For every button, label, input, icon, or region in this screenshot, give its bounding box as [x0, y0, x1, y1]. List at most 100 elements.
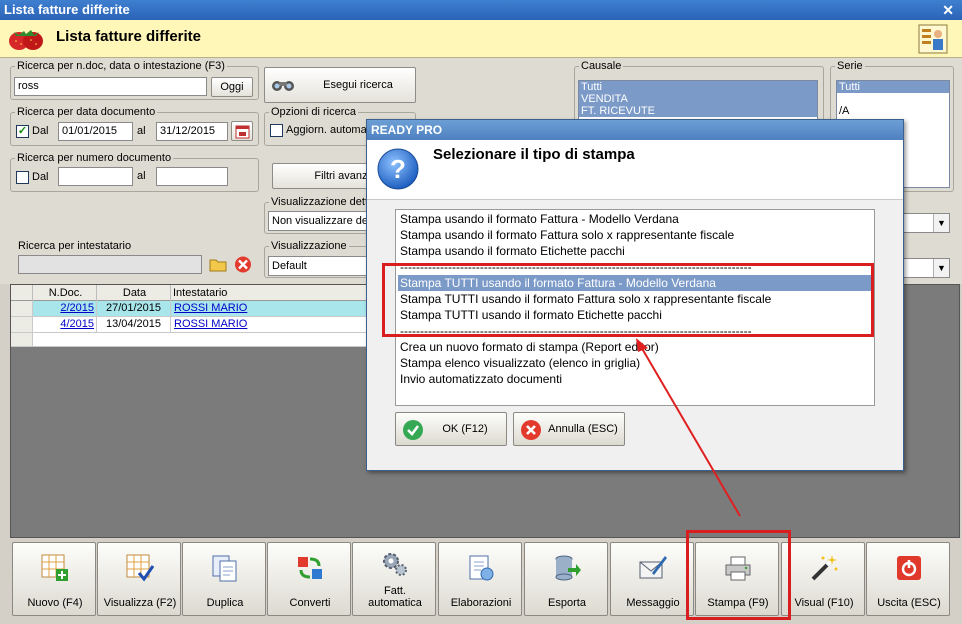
- convert-button-label: Converti: [289, 597, 331, 609]
- view-button[interactable]: Visualizza (F2): [97, 542, 181, 616]
- grid-header-num[interactable]: N.Doc.: [33, 285, 97, 301]
- processing-button[interactable]: Elaborazioni: [438, 542, 522, 616]
- print-option[interactable]: Stampa usando il formato Etichette pacch…: [398, 243, 872, 259]
- page-title: Lista fatture differite: [56, 28, 202, 45]
- new-button[interactable]: Nuovo (F4): [12, 542, 96, 616]
- grid-header-date[interactable]: Data: [97, 285, 171, 301]
- number-from-input[interactable]: [58, 167, 133, 186]
- row-date: 13/04/2015: [97, 317, 171, 332]
- cancel-button-label: Annulla (ESC): [548, 423, 618, 435]
- chevron-down-icon: ▼: [933, 214, 949, 232]
- auto-update-label: Aggiorn. automa: [286, 124, 367, 136]
- row-num[interactable]: 2/2015: [33, 301, 97, 316]
- number-from-checkbox[interactable]: [16, 171, 29, 184]
- visual-button[interactable]: Visual (F10): [781, 542, 865, 616]
- causale-item[interactable]: VENDITA: [579, 93, 817, 105]
- row-num[interactable]: 4/2015: [33, 317, 97, 332]
- duplicate-button[interactable]: Duplica: [182, 542, 266, 616]
- print-option[interactable]: Stampa elenco visualizzato (elenco in gr…: [398, 355, 872, 371]
- users-icon[interactable]: [918, 24, 948, 54]
- exit-button[interactable]: Uscita (ESC): [866, 542, 950, 616]
- binoculars-icon: [272, 81, 294, 91]
- view-button-label: Visualizza (F2): [103, 597, 177, 609]
- svg-text:?: ?: [390, 154, 406, 184]
- calendar-icon: [235, 125, 250, 139]
- magic-wand-icon: [811, 555, 838, 581]
- date-to-input[interactable]: 31/12/2015: [156, 122, 228, 141]
- processing-button-label: Elaborazioni: [450, 597, 512, 609]
- number-from-label: Dal: [32, 171, 49, 183]
- new-button-label: Nuovo (F4): [27, 597, 83, 609]
- visual-button-label: Visual (F10): [794, 597, 854, 609]
- auto-invoice-label-line1: Fatt.: [383, 585, 406, 597]
- right-select-1[interactable]: ▼: [900, 213, 950, 233]
- search-button-label: Esegui ricerca: [323, 79, 393, 91]
- serie-item[interactable]: /A: [837, 105, 949, 117]
- gears-icon: [383, 553, 407, 576]
- right-select-2[interactable]: ▼: [900, 258, 950, 278]
- message-button[interactable]: Messaggio: [610, 542, 694, 616]
- table-row[interactable]: 4/2015 13/04/2015 ROSSI MARIO: [11, 317, 371, 333]
- serie-item[interactable]: Tutti: [837, 81, 949, 93]
- auto-invoice-label-line2: automatica: [368, 597, 422, 609]
- export-button-label: Esporta: [548, 597, 586, 609]
- envelope-pen-icon: [639, 556, 667, 579]
- row-indicator: [11, 317, 33, 332]
- table-row[interactable]: 2/2015 27/01/2015 ROSSI MARIO: [11, 301, 371, 317]
- row-date: 27/01/2015: [97, 301, 171, 316]
- window-titlebar: Lista fatture differite ✕: [0, 0, 962, 20]
- search-button[interactable]: Esegui ricerca: [264, 67, 416, 103]
- close-icon[interactable]: ✕: [942, 0, 954, 20]
- search-text-input[interactable]: ross: [14, 77, 207, 96]
- causale-item[interactable]: Tutti: [579, 81, 817, 93]
- search-options-legend: Opzioni di ricerca: [271, 106, 356, 118]
- search-date-legend: Ricerca per data documento: [17, 106, 156, 118]
- number-to-input[interactable]: [156, 167, 228, 186]
- auto-invoice-button[interactable]: Fatt. automatica: [352, 542, 436, 616]
- question-icon: ?: [377, 148, 419, 190]
- view-document-icon: [126, 554, 155, 582]
- date-from-checkbox[interactable]: ✓: [16, 125, 29, 138]
- duplicate-button-label: Duplica: [206, 597, 244, 609]
- table-row[interactable]: [11, 333, 371, 347]
- message-button-label: Messaggio: [626, 597, 680, 609]
- row-indicator: [11, 301, 33, 316]
- row-holder[interactable]: ROSSI MARIO: [171, 317, 371, 332]
- cancel-icon: [521, 420, 541, 440]
- search-holder-input[interactable]: [18, 255, 202, 274]
- folder-icon: [209, 259, 227, 272]
- auto-invoice-button-label: Fatt. automatica: [353, 585, 437, 609]
- convert-icon: [298, 557, 322, 579]
- auto-update-checkbox[interactable]: [270, 124, 283, 137]
- serie-item[interactable]: [837, 93, 949, 105]
- view-value: Default: [272, 260, 307, 272]
- print-option[interactable]: Crea un nuovo formato di stampa (Report …: [398, 339, 872, 355]
- bottom-toolbar: Nuovo (F4) Visualizza (F2) Duplica Conve…: [0, 538, 962, 624]
- row-holder[interactable]: ROSSI MARIO: [171, 301, 371, 316]
- print-option[interactable]: Invio automatizzato documenti: [398, 371, 872, 387]
- clear-holder-button[interactable]: [233, 255, 253, 274]
- causale-item[interactable]: FT. RICEVUTE: [579, 105, 817, 117]
- folder-button[interactable]: [208, 255, 228, 274]
- calendar-button[interactable]: [231, 121, 253, 141]
- date-from-label: Dal: [32, 125, 49, 137]
- date-from-input[interactable]: 01/01/2015: [58, 122, 133, 141]
- causale-legend: Causale: [581, 60, 622, 72]
- search-holder-label: Ricerca per intestatario: [18, 240, 132, 252]
- serie-legend: Serie: [837, 60, 863, 72]
- chevron-down-icon: ▼: [933, 259, 949, 277]
- window-title: Lista fatture differite: [4, 2, 130, 17]
- cancel-button[interactable]: Annulla (ESC): [513, 412, 625, 446]
- dialog-title: READY PRO: [367, 120, 903, 140]
- print-option[interactable]: Stampa usando il formato Fattura solo x …: [398, 227, 872, 243]
- grid-header-holder[interactable]: Intestatario: [171, 285, 371, 301]
- causale-listbox[interactable]: Tutti VENDITA FT. RICEVUTE: [578, 80, 818, 120]
- export-button[interactable]: Esporta: [524, 542, 608, 616]
- exit-button-label: Uscita (ESC): [877, 597, 941, 609]
- print-option[interactable]: Stampa usando il formato Fattura - Model…: [398, 211, 872, 227]
- today-button[interactable]: Oggi: [211, 77, 253, 97]
- ok-button[interactable]: OK (F12): [395, 412, 507, 446]
- duplicate-icon: [212, 555, 237, 582]
- convert-button[interactable]: Converti: [267, 542, 351, 616]
- search-number-legend: Ricerca per numero documento: [17, 152, 172, 164]
